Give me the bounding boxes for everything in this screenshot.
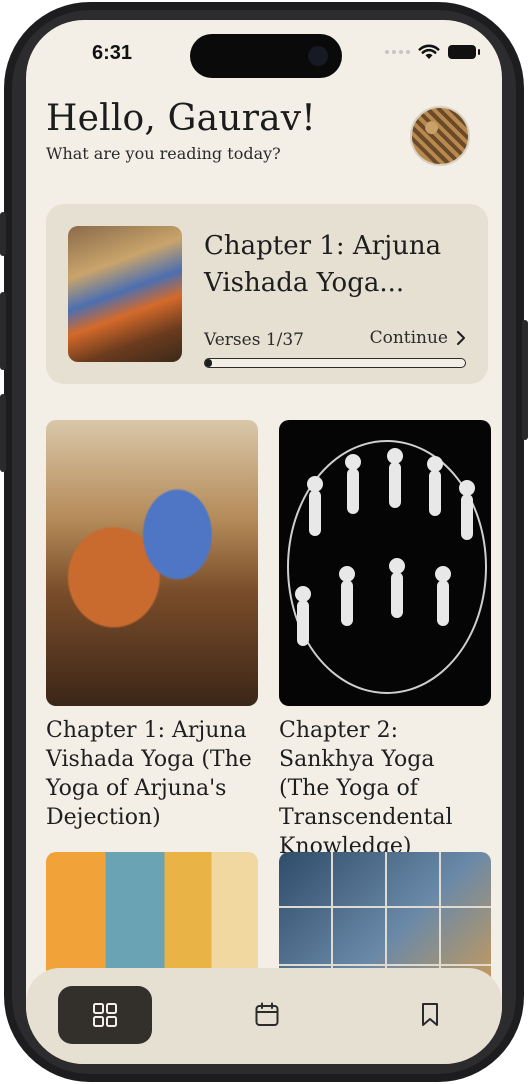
reading-progress-bar (204, 358, 466, 368)
battery-icon (448, 45, 480, 59)
continue-label: Continue (369, 328, 448, 348)
chapter-title: Chapter 2: Sankhya Yoga (The Yoga of Tra… (279, 718, 453, 859)
status-time: 6:31 (92, 42, 133, 64)
skeleton-figure (339, 566, 355, 626)
volume-down-button (0, 394, 6, 472)
bookmark-icon (422, 1003, 438, 1026)
chapter-card[interactable]: Chapter 2: Sankhya Yoga (The Yoga of Tra… (279, 420, 491, 861)
continue-button[interactable]: Continue (370, 328, 466, 348)
bottom-tab-bar (26, 968, 502, 1064)
skeleton-figure (389, 558, 405, 618)
chapter-image (279, 420, 491, 706)
chapter-title: Chapter 1: Arjuna Vishada Yoga (The Yoga… (46, 718, 252, 830)
volume-up-button (0, 292, 6, 370)
app-screen: 6:31 Hello, Gaurav! What are you reading… (26, 20, 502, 1064)
skeleton-figure (387, 448, 403, 508)
continue-reading-card[interactable]: Chapter 1: Arjuna Vishada Yoga... Verses… (46, 204, 488, 384)
chapter-thumbnail (68, 226, 182, 362)
greeting-subtitle: What are you reading today? (46, 144, 281, 163)
skeleton-figure (435, 566, 451, 626)
status-indicators (385, 44, 480, 60)
chapter-card[interactable]: Chapter 1: Arjuna Vishada Yoga (The Yoga… (46, 420, 258, 832)
skeleton-figure (295, 586, 311, 646)
current-chapter-title: Chapter 1: Arjuna Vishada Yoga... (204, 231, 442, 298)
cellular-signal-icon (385, 50, 410, 54)
reading-progress-fill (205, 359, 213, 367)
dynamic-island (190, 34, 342, 78)
avatar[interactable] (410, 106, 470, 166)
verses-progress-label: Verses 1/37 (204, 330, 304, 350)
greeting-title: Hello, Gaurav! (46, 98, 316, 139)
skeleton-figure (307, 476, 323, 536)
skeleton-figure (459, 480, 475, 540)
tab-calendar[interactable] (220, 986, 314, 1044)
grid-icon (93, 1003, 117, 1027)
wifi-icon (418, 44, 440, 59)
skeleton-figure (345, 454, 361, 514)
calendar-icon (255, 1002, 279, 1026)
tab-library[interactable] (58, 986, 152, 1044)
chevron-right-icon (457, 331, 465, 345)
chapter-image (46, 420, 258, 706)
camera-icon (308, 46, 328, 66)
skeleton-figure (427, 456, 443, 516)
tab-bookmarks[interactable] (383, 986, 477, 1044)
power-button (522, 320, 528, 440)
action-button (0, 212, 6, 256)
